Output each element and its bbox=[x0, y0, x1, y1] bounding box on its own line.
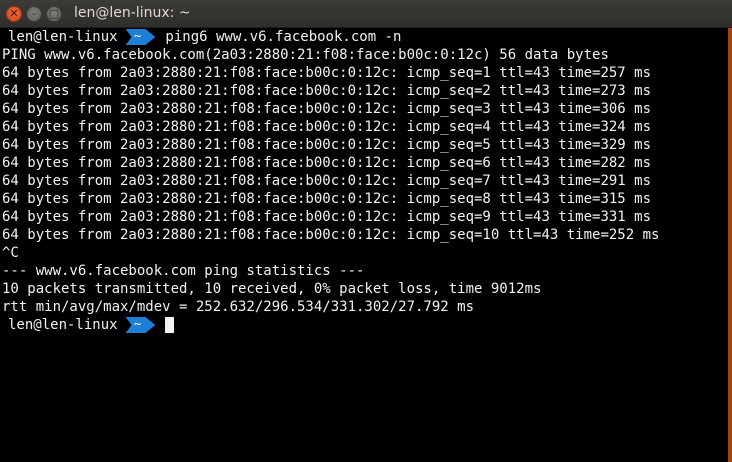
output-line: 64 bytes from 2a03:2880:21:f08:face:b00c… bbox=[2, 191, 652, 207]
title-bar[interactable]: ✕ – □ len@len-linux: ~ bbox=[0, 0, 732, 28]
close-button[interactable]: ✕ bbox=[6, 6, 22, 22]
terminal-window: ✕ – □ len@len-linux: ~ len@len-linux ~ pin… bbox=[0, 0, 732, 462]
output-line: PING www.v6.facebook.com(2a03:2880:21:f0… bbox=[2, 47, 609, 63]
output-line: 64 bytes from 2a03:2880:21:f08:face:b00c… bbox=[2, 155, 652, 171]
output-line: 64 bytes from 2a03:2880:21:f08:face:b00c… bbox=[2, 209, 652, 225]
output-lines: PING www.v6.facebook.com(2a03:2880:21:f0… bbox=[2, 46, 728, 316]
output-line: 64 bytes from 2a03:2880:21:f08:face:b00c… bbox=[2, 227, 660, 243]
prompt-user: len@len-linux bbox=[8, 317, 118, 333]
maximize-button[interactable]: □ bbox=[46, 6, 62, 22]
output-line: 10 packets transmitted, 10 received, 0% … bbox=[2, 281, 542, 297]
output-line: 64 bytes from 2a03:2880:21:f08:face:b00c… bbox=[2, 101, 652, 117]
prompt-dir-arrow-icon: ~ bbox=[126, 29, 156, 45]
output-line: 64 bytes from 2a03:2880:21:f08:face:b00c… bbox=[2, 173, 652, 189]
prompt-line-current[interactable]: len@len-linux ~ bbox=[2, 316, 728, 334]
prompt-dir-arrow-icon: ~ bbox=[126, 317, 156, 333]
output-line: --- www.v6.facebook.com ping statistics … bbox=[2, 263, 365, 279]
output-line: 64 bytes from 2a03:2880:21:f08:face:b00c… bbox=[2, 119, 652, 135]
minimize-icon: – bbox=[31, 7, 37, 20]
prompt-line: len@len-linux ~ ping6 www.v6.facebook.com … bbox=[2, 28, 728, 46]
maximize-icon: □ bbox=[48, 7, 60, 20]
close-icon: ✕ bbox=[9, 7, 19, 20]
output-line: 64 bytes from 2a03:2880:21:f08:face:b00c… bbox=[2, 137, 652, 153]
output-line: 64 bytes from 2a03:2880:21:f08:face:b00c… bbox=[2, 83, 652, 99]
output-line: 64 bytes from 2a03:2880:21:f08:face:b00c… bbox=[2, 65, 652, 81]
window-title: len@len-linux: ~ bbox=[74, 5, 191, 21]
terminal-output[interactable]: len@len-linux ~ ping6 www.v6.facebook.com … bbox=[0, 28, 728, 462]
command-text: ping6 www.v6.facebook.com -n bbox=[165, 29, 402, 45]
prompt-user: len@len-linux bbox=[8, 29, 118, 45]
window-edge bbox=[728, 28, 732, 462]
output-line: ^C bbox=[2, 245, 19, 261]
text-cursor bbox=[165, 317, 175, 333]
minimize-button[interactable]: – bbox=[26, 6, 42, 22]
output-line: rtt min/avg/max/mdev = 252.632/296.534/3… bbox=[2, 299, 475, 315]
